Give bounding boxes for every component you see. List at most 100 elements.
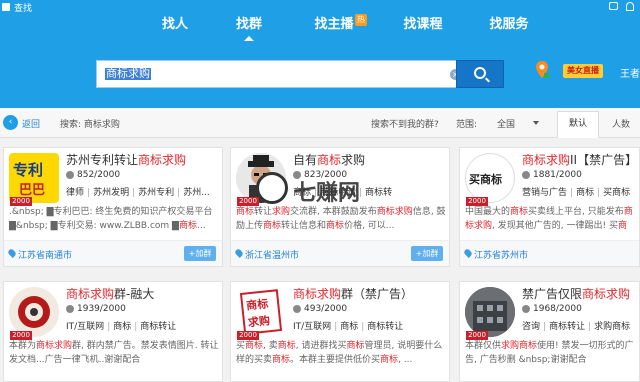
nav-tab-find-people[interactable]: 找人 bbox=[157, 14, 193, 38]
group-title[interactable]: 商标求购II【禁广告】 bbox=[522, 151, 637, 168]
search-button[interactable] bbox=[456, 60, 504, 88]
avatar-stamp: 商标 求购 bbox=[239, 289, 283, 335]
title-highlight: 商标 bbox=[317, 153, 342, 167]
group-card[interactable]: 2000 商标求购群-融大 1939/2000 IT/互联网商标商标转让 本群为… bbox=[3, 281, 223, 382]
group-card[interactable]: 买商标 2000 商标求购II【禁广告】 1881/2000 营销与广告商标买商… bbox=[459, 147, 640, 267]
group-card[interactable]: 2000 禁广告仅限商标求购 1968/2000 咨询商标转让求购商标 本群仅供… bbox=[459, 281, 640, 382]
user-name[interactable]: 王者 bbox=[620, 65, 640, 80]
member-count-text: 1881/2000 bbox=[533, 170, 582, 180]
search-icon bbox=[474, 67, 486, 79]
nav-tab-find-services[interactable]: 找服务 bbox=[485, 14, 533, 38]
card-footer: 江苏省南通市 +加群 bbox=[4, 240, 222, 266]
tag[interactable]: 商标转让 bbox=[131, 322, 176, 332]
watermark-text: 七赚网 bbox=[294, 181, 361, 206]
search-box: 商标求购 × bbox=[96, 60, 504, 88]
group-card[interactable]: 商标 求购 2000 商标求购群（禁广告） 493/2000 IT/互联网商标商… bbox=[230, 281, 450, 382]
tag[interactable]: 商标转让 bbox=[358, 322, 403, 332]
tag[interactable]: 苏州专利 bbox=[129, 188, 174, 198]
tag[interactable]: 营销与广告 bbox=[522, 188, 567, 198]
member-count: 852/2000 bbox=[66, 170, 120, 180]
member-count-text: 1968/2000 bbox=[533, 304, 582, 314]
tag[interactable]: IT/互联网 bbox=[66, 322, 104, 332]
location-icon bbox=[234, 248, 244, 258]
card-footer: 浙江省温州市 +加群 bbox=[231, 240, 449, 266]
group-avatar: 专利 巴巴 bbox=[9, 153, 59, 203]
chevron-down-icon[interactable] bbox=[533, 121, 539, 125]
message-icon[interactable] bbox=[609, 2, 618, 10]
watermark-logo-icon bbox=[256, 172, 288, 204]
filter-bar: ‹ 返回 搜索: 商标求购 搜索不到我的群? 范围: 全国 默认 人数 bbox=[0, 108, 640, 138]
group-description: 买商标, 卖商标, 请进群找买商标管理员, 说明要什么样的买卖商标。本群主要提供… bbox=[236, 341, 443, 365]
nav-tab-find-courses[interactable]: 找课程 bbox=[399, 14, 447, 38]
join-button[interactable]: +加群 bbox=[411, 246, 443, 261]
top-bar: 查找 bbox=[0, 0, 640, 14]
tag[interactable]: 律师 bbox=[66, 188, 84, 198]
member-count: 1968/2000 bbox=[522, 304, 582, 314]
title-highlight: 商标求购 bbox=[66, 287, 115, 301]
people-icon bbox=[293, 304, 301, 313]
header: 查找 找人 找群 找主播 热 找课程 找服务 商标求购 × 美女直播 王者 bbox=[0, 0, 640, 108]
sort-default-tab[interactable]: 默认 bbox=[557, 111, 599, 138]
people-icon bbox=[66, 304, 74, 313]
group-avatar: 买商标 bbox=[465, 153, 515, 203]
member-count: 1881/2000 bbox=[522, 170, 582, 180]
group-avatar: 商标 求购 bbox=[236, 287, 286, 337]
tag[interactable]: 买商标 bbox=[594, 188, 630, 198]
group-title[interactable]: 商标求购群-融大 bbox=[66, 285, 154, 302]
group-title[interactable]: 苏州专利转让商标求购 bbox=[66, 151, 186, 168]
tag[interactable]: 商标转让 bbox=[540, 322, 585, 332]
tag[interactable]: 苏州... bbox=[174, 188, 210, 198]
avatar-building-icon bbox=[465, 287, 515, 337]
tag[interactable]: IT/互联网 bbox=[293, 322, 331, 332]
group-description: 中国最大的商标买卖线上平台, 只能发布商标求购, 发现其他广告的, 一律踢出! … bbox=[465, 207, 633, 231]
sort-members-tab[interactable]: 人数 bbox=[612, 117, 630, 130]
title-text: 群（禁广告） bbox=[341, 287, 414, 301]
tag-list: 律师苏州发明苏州专利苏州... bbox=[66, 185, 221, 198]
title-text: 苏州专利转让 bbox=[66, 153, 139, 167]
group-title[interactable]: 禁广告仅限商标求购 bbox=[522, 285, 630, 302]
back-arrow-icon[interactable]: ‹ bbox=[3, 115, 18, 130]
title-highlight: 商标求购 bbox=[293, 287, 342, 301]
card-footer: 江苏省苏州市 bbox=[460, 240, 639, 266]
back-link[interactable]: 返回 bbox=[22, 117, 40, 130]
group-title[interactable]: 商标求购群（禁广告） bbox=[293, 285, 413, 302]
member-count-text: 1939/2000 bbox=[77, 304, 126, 314]
title-text: II【禁广告】 bbox=[570, 153, 638, 167]
live-badge[interactable]: 美女直播 bbox=[563, 64, 603, 78]
join-button[interactable]: +加群 bbox=[184, 246, 216, 261]
group-description: 商标转让求购交流群, 本群鼓励发布商标求购信息, 鼓励上传商标转让信息和商标价格… bbox=[236, 207, 446, 231]
location-icon bbox=[463, 248, 473, 258]
group-card[interactable]: 专利 巴巴 2000 苏州专利转让商标求购 852/2000 律师苏州发明苏州专… bbox=[3, 147, 223, 267]
title-highlight: 商标求购 bbox=[582, 287, 631, 301]
tag[interactable]: 苏州发明 bbox=[84, 188, 129, 198]
group-location: 江苏省南通市 bbox=[18, 251, 73, 261]
main-nav: 找人 找群 找主播 热 找课程 找服务 bbox=[0, 14, 640, 41]
group-card[interactable]: 2000 自有商标求购 823/2000 商标商标申请商标转 商标转让求购交流群… bbox=[230, 147, 450, 267]
user-icon[interactable] bbox=[626, 2, 634, 11]
cant-find-link[interactable]: 搜索不到我的群? bbox=[371, 117, 439, 130]
top-search-label[interactable]: 查找 bbox=[14, 1, 32, 14]
nav-tab-find-streamers[interactable]: 找主播 bbox=[310, 14, 358, 38]
group-title[interactable]: 自有商标求购 bbox=[293, 151, 365, 168]
search-input[interactable] bbox=[96, 60, 464, 88]
search-input-value: 商标求购 bbox=[105, 67, 151, 80]
title-text: 自有 bbox=[293, 153, 318, 167]
people-icon bbox=[522, 304, 530, 313]
avatar-text: 买商标 bbox=[469, 173, 502, 186]
tag-list: IT/互联网商标商标转让 bbox=[66, 319, 221, 332]
range-select[interactable]: 全国 bbox=[497, 117, 515, 130]
avatar-subtext: 求购 bbox=[247, 314, 271, 330]
people-icon bbox=[522, 170, 530, 179]
tag[interactable]: 商标 bbox=[567, 188, 594, 198]
tag[interactable]: 商标转 bbox=[356, 188, 392, 198]
location-pin-icon[interactable] bbox=[534, 60, 550, 80]
group-avatar bbox=[465, 287, 515, 337]
member-count-text: 852/2000 bbox=[77, 170, 121, 180]
tag[interactable]: 商标 bbox=[331, 322, 358, 332]
nav-tab-find-groups[interactable]: 找群 bbox=[231, 14, 267, 41]
tag[interactable]: 咨询 bbox=[522, 322, 540, 332]
avatar-subtext: 巴巴 bbox=[19, 183, 46, 198]
tag[interactable]: 求购商标 bbox=[585, 322, 630, 332]
location-icon bbox=[7, 248, 17, 258]
tag[interactable]: 商标 bbox=[104, 322, 131, 332]
